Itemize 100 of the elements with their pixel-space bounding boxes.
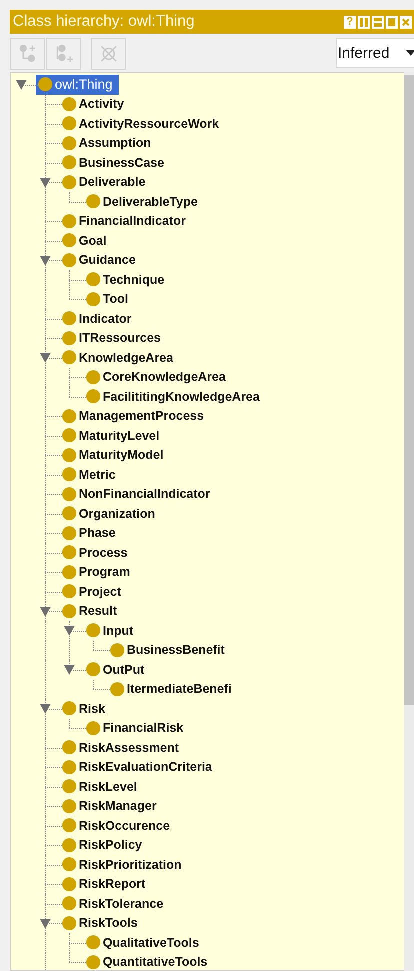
panel-title: Class hierarchy: owl:Thing — [13, 13, 196, 31]
class-icon — [62, 506, 77, 522]
class-icon — [62, 916, 77, 931]
class-icon — [62, 838, 77, 853]
class-icon — [38, 77, 53, 92]
class-icon — [86, 272, 101, 288]
class-icon — [62, 604, 77, 619]
class-icon — [62, 311, 77, 326]
class-icon — [62, 876, 77, 892]
class-label[interactable]: ITRessources — [79, 331, 161, 346]
class-icon — [62, 545, 77, 560]
class-icon — [110, 642, 125, 658]
collapse-toggle[interactable] — [40, 606, 51, 616]
class-icon — [62, 701, 77, 716]
class-label[interactable]: Metric — [79, 468, 116, 482]
class-label[interactable]: CoreKnowledgeArea — [103, 370, 226, 384]
class-label[interactable]: Tool — [103, 292, 128, 306]
class-icon — [62, 155, 77, 170]
collapse-toggle[interactable] — [40, 178, 51, 188]
scrollbar[interactable] — [404, 72, 414, 971]
class-icon — [62, 174, 77, 190]
class-label[interactable]: ActivityRessourceWork — [79, 116, 220, 131]
class-label[interactable]: Phase — [79, 526, 116, 540]
class-label[interactable]: FinancialRisk — [103, 721, 184, 736]
class-label[interactable]: RiskPolicy — [79, 838, 142, 852]
class-icon — [86, 954, 101, 970]
class-icon — [62, 779, 77, 794]
collapse-toggle[interactable] — [40, 704, 51, 714]
class-icon — [62, 116, 77, 132]
class-icon — [86, 935, 101, 950]
class-label[interactable]: RiskLevel — [79, 780, 138, 794]
class-icon — [62, 96, 77, 112]
class-label[interactable]: Result — [79, 604, 118, 618]
class-label[interactable]: RiskReport — [79, 877, 146, 892]
class-icon — [86, 370, 101, 385]
class-label[interactable]: RiskTools — [79, 916, 138, 930]
class-icon — [62, 252, 77, 268]
class-label[interactable]: BusinessCase — [79, 156, 164, 170]
class-label[interactable]: FacilititingKnowledgeArea — [103, 390, 260, 404]
class-icon — [62, 233, 77, 248]
class-label[interactable]: Input — [103, 624, 134, 638]
caret-icon — [406, 50, 414, 56]
class-label[interactable]: QualitativeTools — [103, 936, 200, 950]
class-icon — [62, 467, 77, 482]
class-label[interactable]: RiskTolerance — [79, 896, 164, 911]
class-label[interactable]: RiskOccurence — [79, 818, 170, 833]
class-label[interactable]: Program — [79, 565, 130, 580]
class-label[interactable]: Indicator — [79, 312, 132, 326]
class-label[interactable]: ManagementProcess — [79, 409, 204, 424]
view-dropdown[interactable]: Inferred — [336, 38, 414, 68]
class-label[interactable]: Process — [79, 546, 128, 560]
class-label[interactable]: Risk — [79, 702, 106, 716]
collapse-toggle[interactable] — [40, 256, 51, 266]
class-label[interactable]: NonFinancialIndicator — [79, 487, 210, 502]
collapse-toggle[interactable] — [64, 665, 75, 675]
class-icon — [62, 857, 77, 872]
class-label[interactable]: Guidance — [79, 253, 136, 268]
class-label[interactable]: Deliverable — [79, 175, 146, 190]
class-label[interactable]: RiskPrioritization — [79, 858, 182, 872]
class-icon — [62, 330, 77, 346]
class-icon — [86, 662, 101, 678]
class-label[interactable]: KnowledgeArea — [79, 350, 174, 365]
class-icon — [62, 564, 77, 580]
collapse-toggle[interactable] — [40, 353, 51, 363]
class-label[interactable]: MaturityModel — [79, 448, 164, 462]
class-icon — [86, 720, 101, 736]
class-label[interactable]: QuantitativeTools — [103, 955, 208, 970]
class-label[interactable]: Technique — [103, 272, 165, 287]
class-label[interactable]: BusinessBenefit — [127, 643, 225, 658]
class-icon — [86, 292, 101, 307]
class-label[interactable]: RiskManager — [79, 799, 157, 814]
class-icon — [62, 486, 77, 502]
scrollbar-thumb[interactable] — [404, 75, 414, 705]
class-label[interactable]: FinancialIndicator — [79, 214, 186, 228]
class-icon — [62, 896, 77, 912]
class-label[interactable]: Project — [79, 584, 122, 599]
class-icon — [62, 350, 77, 366]
class-label[interactable]: Organization — [79, 506, 156, 521]
class-icon — [62, 760, 77, 775]
class-label[interactable]: RiskEvaluationCriteria — [79, 760, 212, 774]
class-icon — [62, 214, 77, 229]
class-label[interactable]: RiskAssessment — [79, 740, 180, 755]
class-label[interactable]: OutPut — [103, 662, 145, 677]
class-icon — [62, 798, 77, 814]
collapse-toggle[interactable] — [40, 918, 51, 928]
class-icon — [62, 428, 77, 444]
class-label[interactable]: ItermediateBenefi — [127, 682, 232, 696]
class-label[interactable]: Activity — [79, 97, 124, 112]
class-label[interactable]: DeliverableType — [103, 194, 198, 209]
class-icon — [62, 448, 77, 463]
class-icon — [62, 408, 77, 424]
class-icon — [62, 136, 77, 151]
class-icon — [62, 740, 77, 756]
class-label[interactable]: Goal — [79, 234, 107, 248]
class-icon — [86, 194, 101, 210]
collapse-toggle[interactable] — [64, 626, 75, 636]
class-icon — [110, 682, 125, 697]
class-label[interactable]: MaturityLevel — [79, 428, 160, 443]
collapse-toggle[interactable] — [16, 80, 27, 90]
class-label[interactable]: Assumption — [79, 136, 152, 150]
